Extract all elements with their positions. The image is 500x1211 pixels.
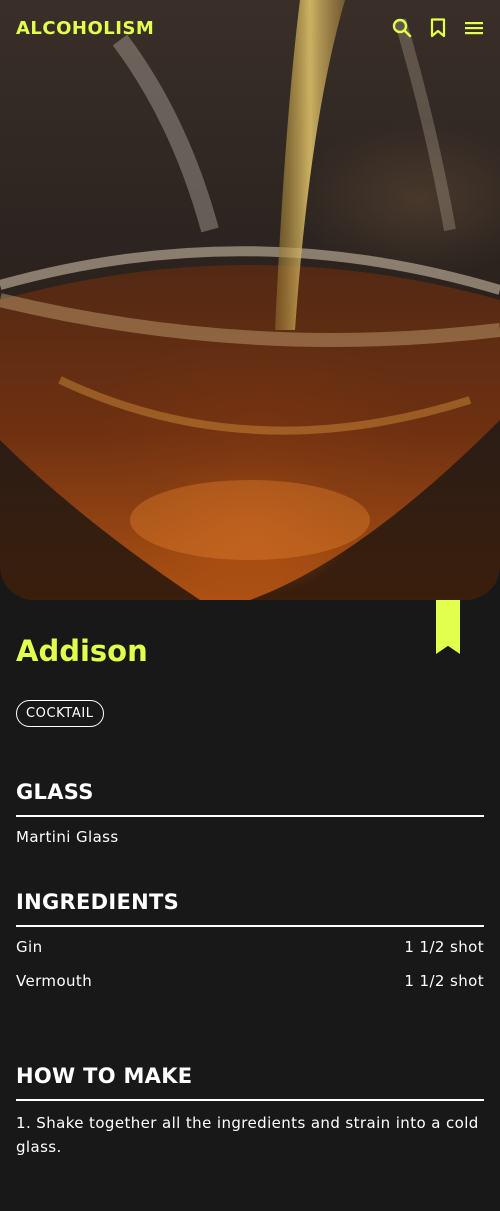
glass-value: Martini Glass (16, 828, 119, 846)
ingredient-amount: 1 1/2 shot (404, 938, 484, 956)
ingredient-name: Gin (16, 938, 43, 956)
how-to-steps: 1. Shake together all the ingredients an… (16, 1114, 479, 1156)
ingredient-name: Vermouth (16, 972, 93, 990)
ingredients-divider (16, 925, 484, 927)
glass-heading: GLASS (16, 780, 94, 804)
search-icon[interactable] (392, 18, 412, 38)
top-nav: ALCOHOLISM (0, 0, 500, 56)
category-tag[interactable]: COCKTAIL (16, 700, 104, 727)
cocktail-photo-illustration (0, 0, 500, 600)
ingredients-heading: INGREDIENTS (16, 890, 180, 914)
ingredient-row: Gin 1 1/2 shot (16, 938, 484, 956)
drink-detail-page: ALCOHOLISM Addison COCKTAIL GLASS Martin… (0, 0, 500, 1211)
menu-icon[interactable] (464, 18, 484, 38)
glass-divider (16, 815, 484, 817)
bookmark-icon[interactable] (428, 18, 448, 38)
drink-hero-image (0, 0, 500, 600)
how-to-divider (16, 1099, 484, 1101)
saved-bookmark-ribbon[interactable] (436, 600, 460, 654)
nav-actions (392, 18, 484, 38)
how-to-heading: HOW TO MAKE (16, 1064, 193, 1088)
ingredient-row: Vermouth 1 1/2 shot (16, 972, 484, 990)
site-logo[interactable]: ALCOHOLISM (16, 18, 154, 39)
ingredient-amount: 1 1/2 shot (404, 972, 484, 990)
drink-title: Addison (16, 634, 148, 668)
